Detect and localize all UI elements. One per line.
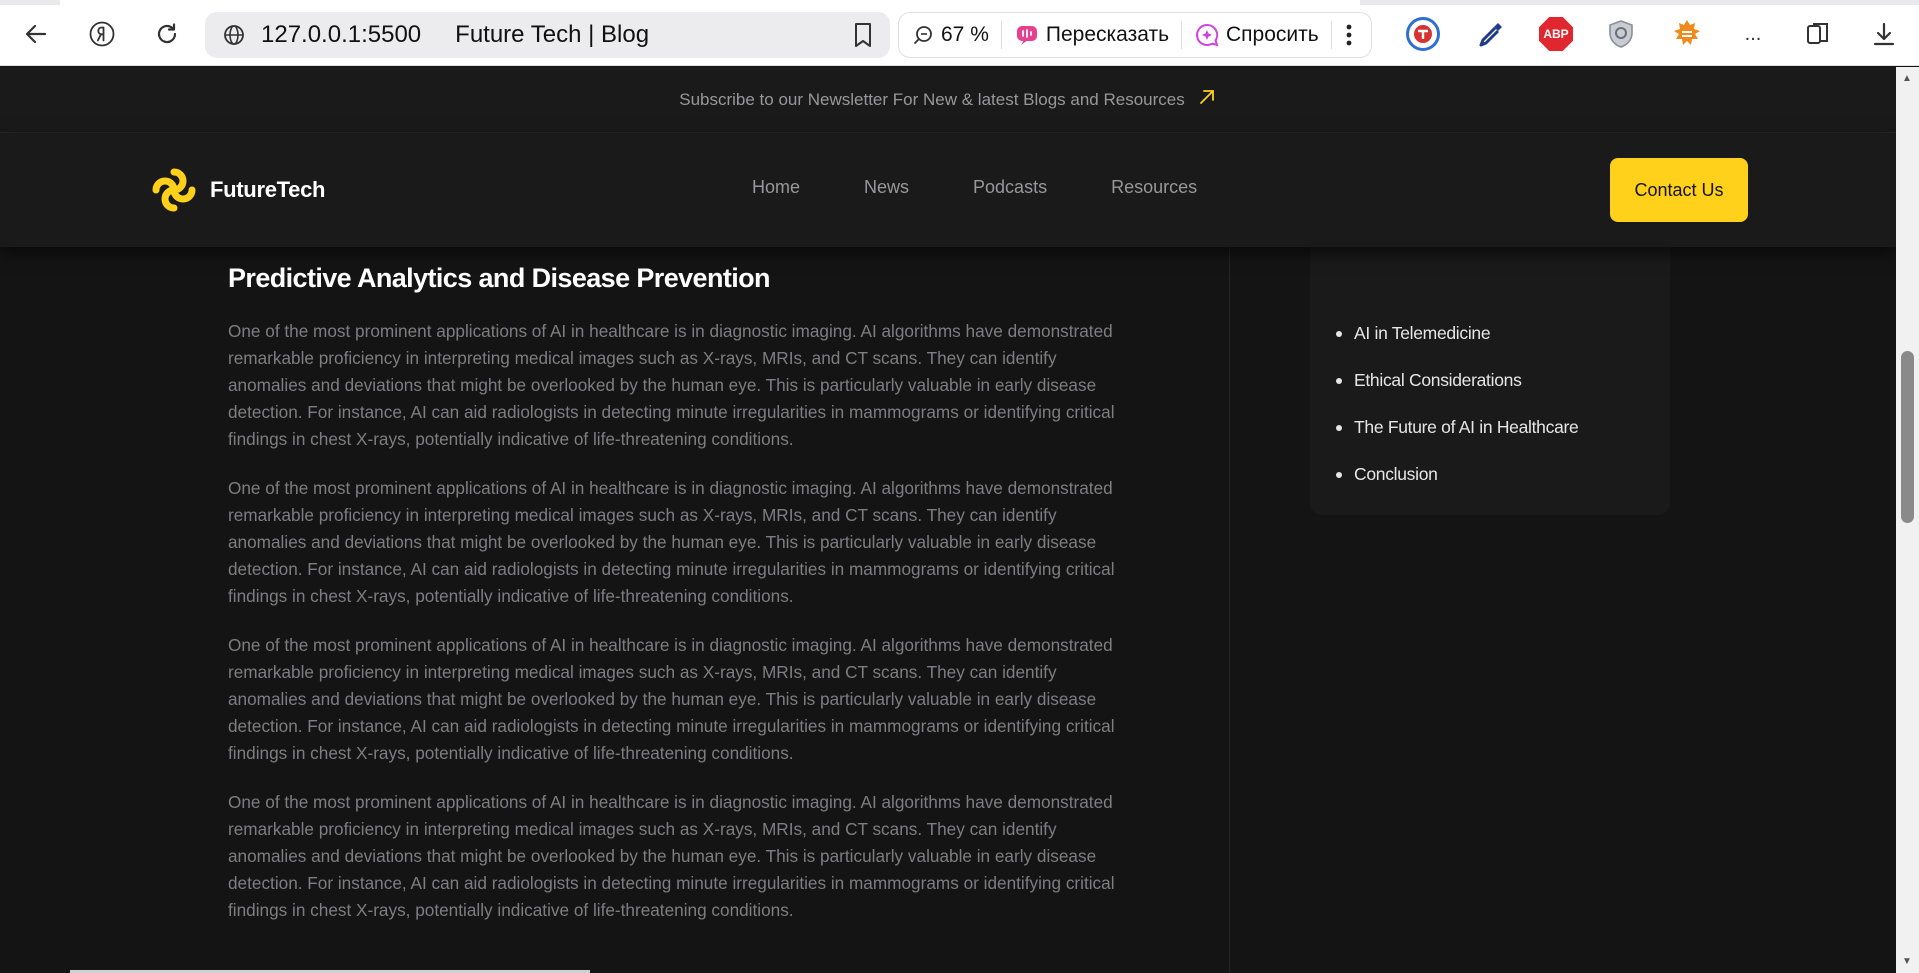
adblock-label: ABP [1543,27,1569,41]
reload-button[interactable] [150,17,184,51]
newsletter-banner[interactable]: Subscribe to our Newsletter For New & la… [0,67,1896,133]
nav-news[interactable]: News [864,177,909,198]
main-nav: Home News Podcasts Resources [752,177,1261,198]
logo-text: FutureTech [210,177,326,202]
sparkle-chat-icon [1196,23,1219,47]
menu-button[interactable] [1332,13,1366,57]
blog-article: Predictive Analytics and Disease Prevent… [228,257,1136,924]
table-of-contents: AI in Telemedicine Ethical Consideration… [1310,217,1670,515]
adblock-extension-icon[interactable]: ABP [1539,17,1573,51]
color-picker-extension-icon[interactable] [1474,17,1508,51]
toc-item-telemedicine[interactable]: AI in Telemedicine [1354,323,1578,370]
scrollbar-thumb[interactable] [1901,351,1914,523]
article-paragraph: One of the most prominent applications o… [228,321,1115,449]
bookmark-icon[interactable] [850,21,876,54]
ask-label: Спросить [1226,23,1319,46]
sun-extension-icon[interactable] [1670,17,1704,51]
contact-us-button[interactable]: Contact Us [1610,158,1748,222]
nav-resources[interactable]: Resources [1111,177,1197,198]
nav-home[interactable]: Home [752,177,800,198]
article-paragraph: One of the most prominent applications o… [228,635,1115,763]
retell-icon [1016,26,1037,45]
site-logo[interactable]: FutureTech [148,164,325,216]
toc-item-ethics[interactable]: Ethical Considerations [1354,370,1578,417]
scroll-up-icon[interactable]: ▲ [1902,73,1912,84]
download-button[interactable] [1867,17,1901,51]
collections-button[interactable] [1801,17,1835,51]
toc-item-future[interactable]: The Future of AI in Healthcare [1354,417,1579,464]
futuretech-logo-icon [152,168,196,212]
toc-item-conclusion[interactable]: Conclusion [1354,464,1578,511]
collections-icon [1807,23,1828,44]
page-title: Future Tech | Blog [455,21,650,48]
back-button[interactable] [19,17,53,51]
vertical-scrollbar[interactable]: ▲ ▼ [1896,67,1919,973]
section-heading: Predictive Analytics and Disease Prevent… [228,263,771,293]
column-divider [1229,247,1230,973]
retell-label: Пересказать [1045,23,1170,46]
zoom-icon [914,26,932,44]
site-navbar: FutureTech Home News Podcasts Resources … [0,133,1896,247]
active-tab[interactable] [60,0,1360,5]
yandex-button[interactable] [85,17,119,51]
shield-extension-icon[interactable] [1604,17,1638,51]
zoom-button[interactable]: 67 % [899,13,1001,57]
scroll-down-icon[interactable]: ▼ [1902,956,1912,967]
page-viewport: Subscribe to our Newsletter For New & la… [0,67,1896,973]
download-icon [1873,22,1895,46]
browser-toolbar: 127.0.0.1:5500 Future Tech | Blog 67 % П… [0,0,1919,66]
more-extensions-button[interactable]: ... [1736,17,1770,51]
newsletter-text[interactable]: Subscribe to our Newsletter For New & la… [679,90,1185,110]
kebab-icon [1346,24,1352,46]
toc-list: AI in Telemedicine Ethical Consideration… [1354,323,1579,511]
zoom-level: 67 % [941,23,989,46]
arrow-up-right-icon[interactable] [1197,87,1217,113]
yandex-icon [89,21,115,47]
ask-button[interactable]: Спросить [1182,13,1331,57]
globe-icon[interactable] [217,18,251,52]
reload-icon [157,23,177,44]
article-paragraph: One of the most prominent applications o… [228,792,1115,920]
arrow-left-icon [25,24,47,44]
address-bar[interactable]: 127.0.0.1:5500 Future Tech | Blog [205,12,890,58]
nav-podcasts[interactable]: Podcasts [973,177,1047,198]
assistant-pill: 67 % Пересказать Спросить [898,12,1372,58]
tab-strip [0,0,1919,5]
translate-extension-icon[interactable] [1406,17,1440,51]
url-text[interactable]: 127.0.0.1:5500 [261,21,421,49]
article-paragraph: One of the most prominent applications o… [228,478,1115,606]
retell-button[interactable]: Пересказать [1002,13,1181,57]
